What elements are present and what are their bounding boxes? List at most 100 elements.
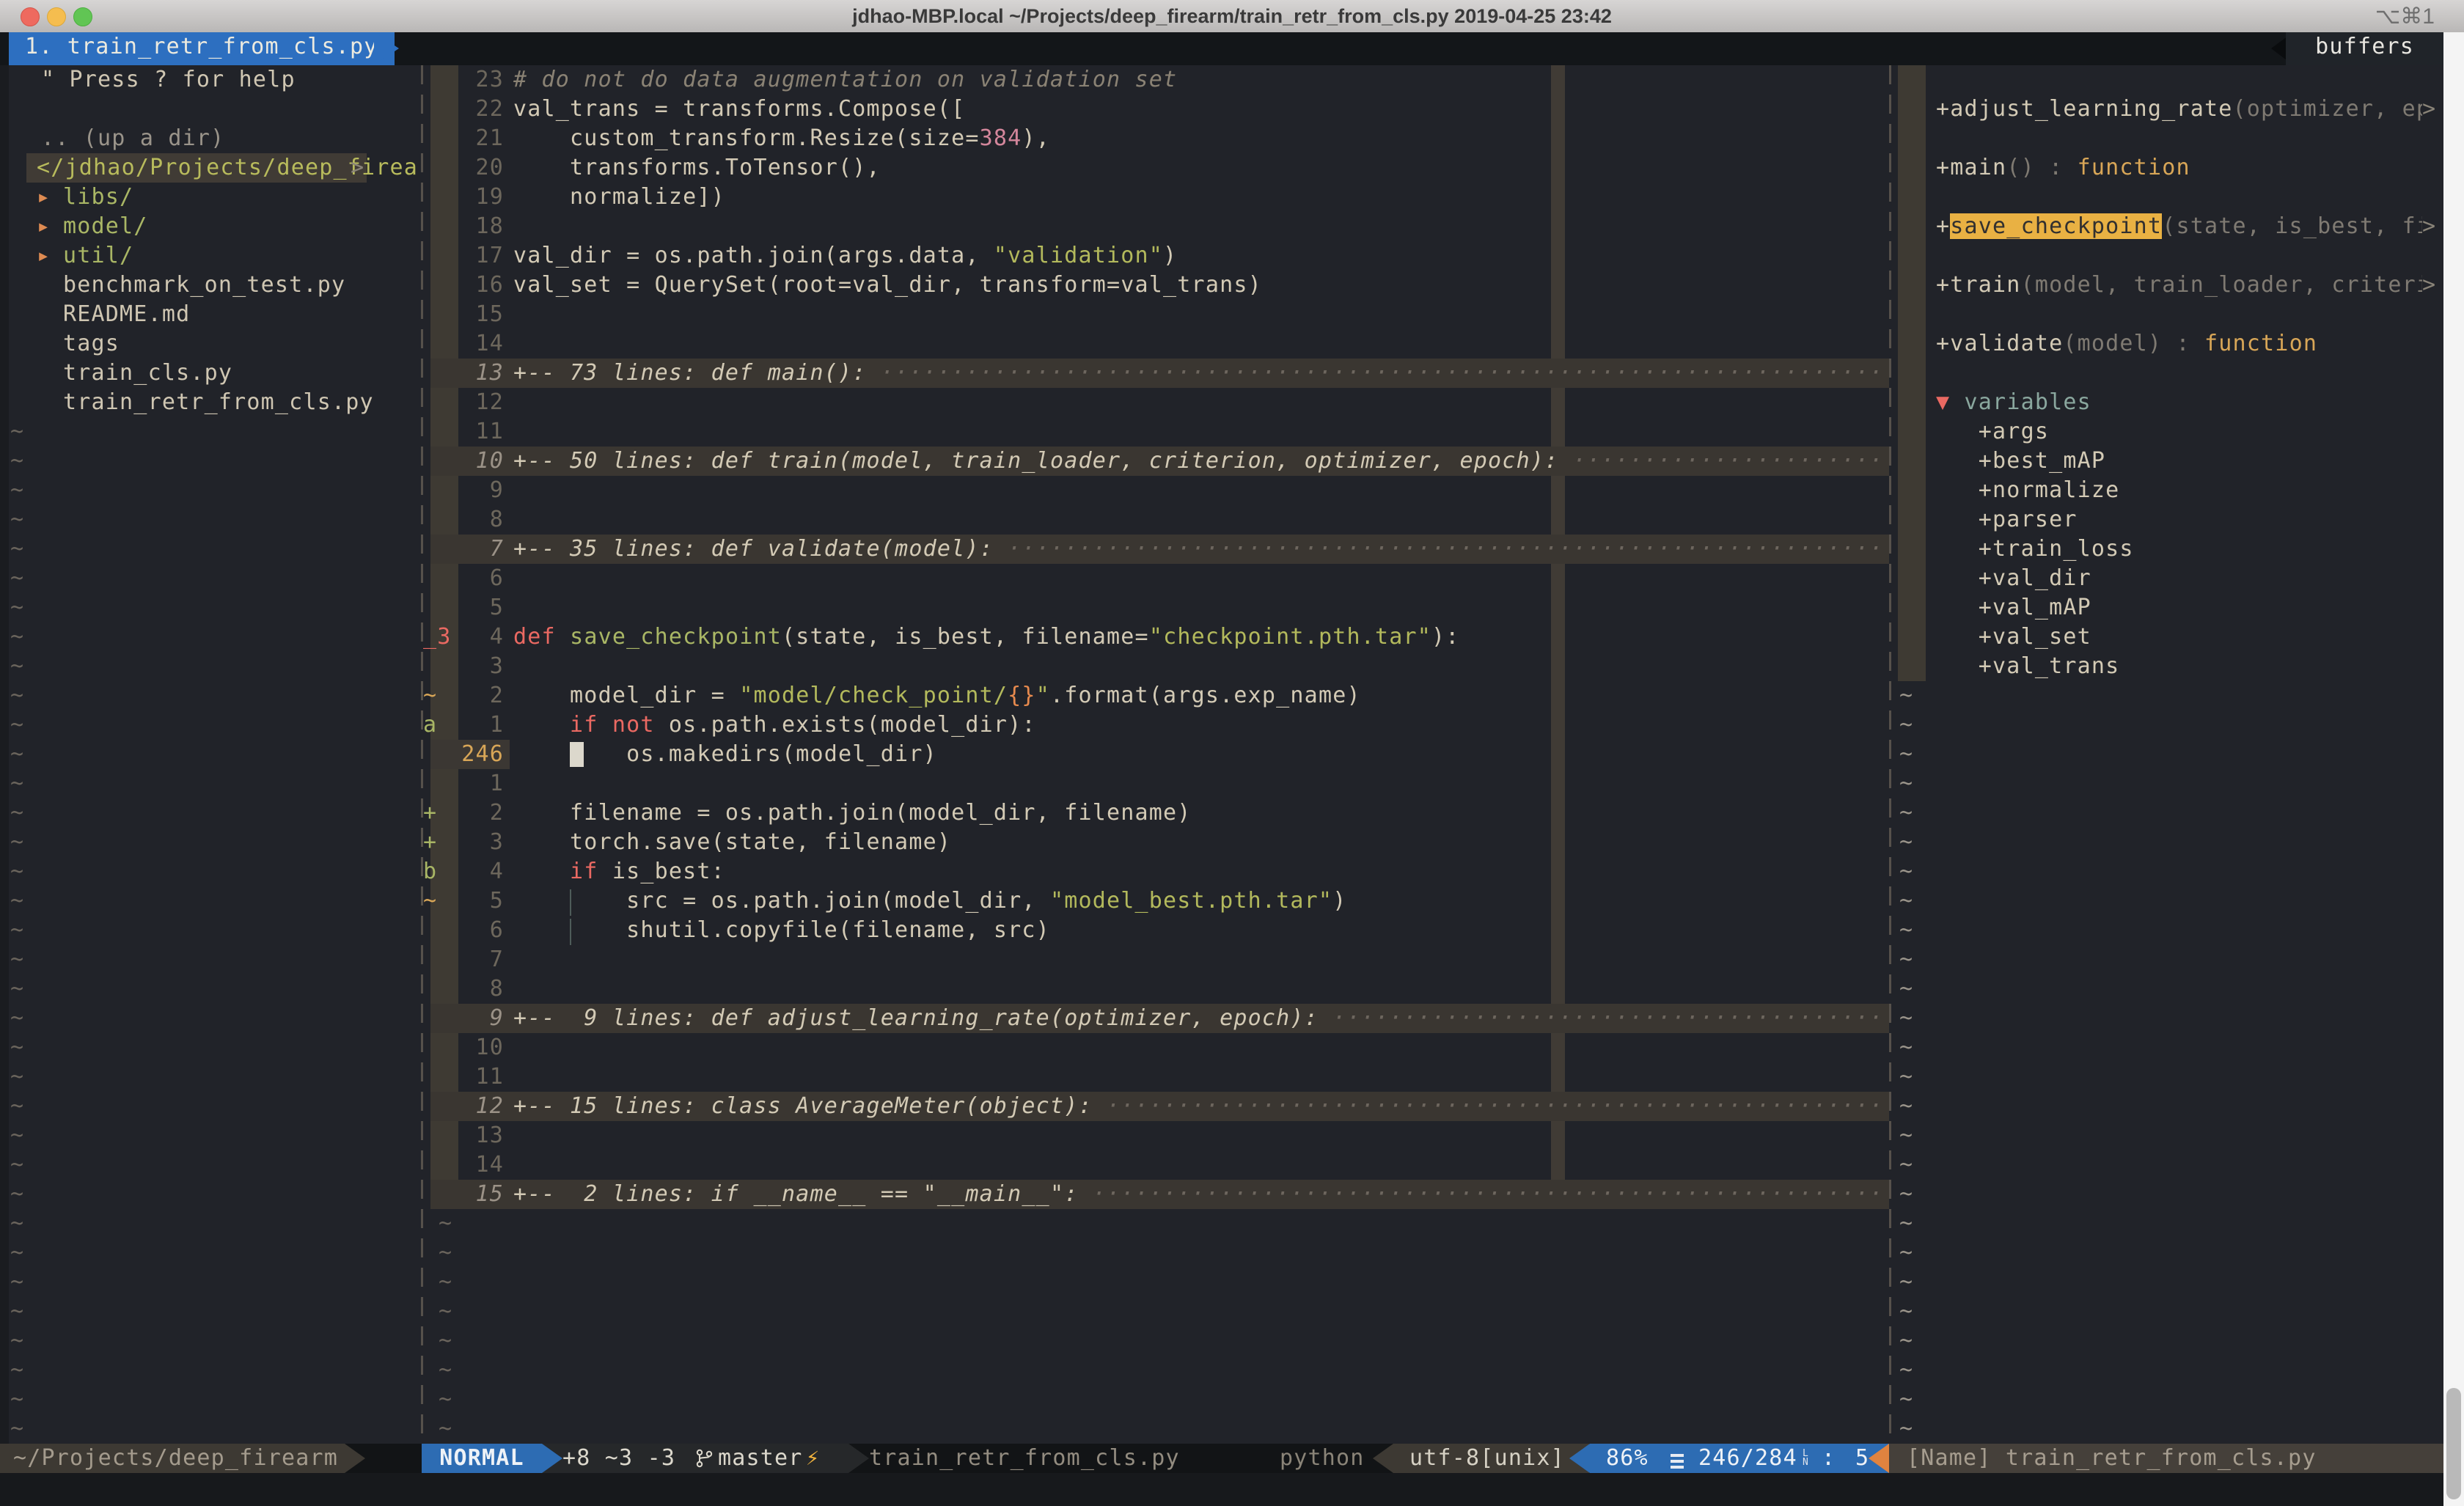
line-number[interactable]: 10 bbox=[430, 1033, 504, 1062]
code-line[interactable]: 9 bbox=[422, 476, 1889, 505]
code-line[interactable]: 22val_trans = transforms.Compose([ bbox=[422, 95, 1889, 124]
line-number[interactable]: 15 bbox=[430, 300, 504, 329]
tag-var-args[interactable]: +args bbox=[1898, 417, 2436, 447]
line-number[interactable]: 9 bbox=[430, 476, 504, 505]
code-line[interactable]: 3 bbox=[422, 652, 1889, 681]
tag-var-best_mAP[interactable]: +best_mAP bbox=[1898, 447, 2436, 476]
line-number[interactable]: 2 bbox=[430, 681, 504, 710]
line-number[interactable]: 22 bbox=[430, 95, 504, 124]
code-line[interactable]: 1 bbox=[422, 769, 1889, 798]
nerdtree-dir-model[interactable]: ▸model/ bbox=[9, 212, 422, 241]
code-line[interactable]: 10 bbox=[422, 1033, 1889, 1062]
code-line[interactable]: 17val_dir = os.path.join(args.data, "val… bbox=[422, 241, 1889, 271]
code-line[interactable]: 15 bbox=[422, 300, 1889, 329]
line-number[interactable]: 16 bbox=[430, 271, 504, 300]
line-number[interactable]: 14 bbox=[430, 329, 504, 359]
code-line[interactable]: 4_3def save_checkpoint(state, is_best, f… bbox=[422, 622, 1889, 652]
tag-main[interactable]: +main() : function bbox=[1898, 153, 2436, 183]
chevron-right-icon[interactable]: ▸ bbox=[37, 212, 51, 241]
code-line[interactable]: 11 bbox=[422, 417, 1889, 447]
cursor[interactable] bbox=[570, 742, 584, 767]
code-line[interactable]: 12 bbox=[422, 388, 1889, 417]
tag-var-val_mAP[interactable]: +val_mAP bbox=[1898, 593, 2436, 622]
code-line[interactable]: 14 bbox=[422, 1150, 1889, 1180]
code-line[interactable]: 3+ torch.save(state, filename) bbox=[422, 828, 1889, 857]
titlebar[interactable]: jdhao-MBP.local ~/Projects/deep_firearm/… bbox=[0, 0, 2464, 33]
code-line[interactable]: 21 custom_transform.Resize(size=384), bbox=[422, 124, 1889, 153]
line-number[interactable]: 3 bbox=[430, 828, 504, 857]
tag-var-train_loss[interactable]: +train_loss bbox=[1898, 535, 2436, 564]
tag-adjust_learning_rate[interactable]: +adjust_learning_rate(optimizer, epo> bbox=[1898, 95, 2436, 124]
nerdtree-file-benchmark_on_test[interactable]: benchmark_on_test.py bbox=[9, 271, 422, 300]
folded-code-line[interactable]: 15+-- 2 lines: if __name__ == "__main__"… bbox=[430, 1180, 1889, 1209]
code-line[interactable]: 1a if not os.path.exists(model_dir): bbox=[422, 710, 1889, 740]
line-number[interactable]: 21 bbox=[430, 124, 504, 153]
tag-var-normalize[interactable]: +normalize bbox=[1898, 476, 2436, 505]
tag-var-parser[interactable]: +parser bbox=[1898, 505, 2436, 535]
line-number[interactable]: 3 bbox=[430, 652, 504, 681]
folded-code-line[interactable]: 12+-- 15 lines: class AverageMeter(objec… bbox=[430, 1092, 1889, 1121]
code-line[interactable]: 2~ model_dir = "model/check_point/{}".fo… bbox=[422, 681, 1889, 710]
code-line[interactable]: 2+ filename = os.path.join(model_dir, fi… bbox=[422, 798, 1889, 828]
code-line[interactable]: 7 bbox=[422, 945, 1889, 974]
tag-scope-variables[interactable]: ▼ variables bbox=[1898, 388, 2436, 417]
chevron-right-icon[interactable]: ▸ bbox=[37, 183, 51, 212]
tag-save_checkpoint[interactable]: +save_checkpoint(state, is_best, fil> bbox=[1898, 212, 2436, 241]
line-number[interactable]: 246 bbox=[430, 740, 504, 769]
line-number[interactable]: 19 bbox=[430, 183, 504, 212]
tag-var-val_dir[interactable]: +val_dir bbox=[1898, 564, 2436, 593]
tag-validate[interactable]: +validate(model) : function bbox=[1898, 329, 2436, 359]
line-number[interactable]: 1 bbox=[430, 710, 504, 740]
code-line[interactable]: 4b if is_best: bbox=[422, 857, 1889, 886]
line-number[interactable]: 20 bbox=[430, 153, 504, 183]
chevron-right-icon[interactable]: ▸ bbox=[37, 241, 51, 271]
line-number[interactable]: 14 bbox=[430, 1150, 504, 1180]
line-number[interactable]: 7 bbox=[430, 945, 504, 974]
tag-var-val_set[interactable]: +val_set bbox=[1898, 622, 2436, 652]
line-number[interactable]: 18 bbox=[430, 212, 504, 241]
folded-code-line[interactable]: 9+-- 9 lines: def adjust_learning_rate(o… bbox=[430, 1004, 1889, 1033]
nerdtree-help[interactable]: " Press ? for help bbox=[9, 65, 422, 95]
tab-train_retr_from_cls[interactable]: 1. train_retr_from_cls.py bbox=[9, 32, 395, 65]
code-line[interactable]: 8 bbox=[422, 974, 1889, 1004]
nerdtree-dir-util[interactable]: ▸util/ bbox=[9, 241, 422, 271]
line-number[interactable]: 4 bbox=[430, 857, 504, 886]
nerdtree-file-train_cls[interactable]: train_cls.py bbox=[9, 359, 422, 388]
code-line[interactable]: 20 transforms.ToTensor(), bbox=[422, 153, 1889, 183]
line-number[interactable]: 17 bbox=[430, 241, 504, 271]
line-number[interactable]: 1 bbox=[430, 769, 504, 798]
code-line[interactable]: 8 bbox=[422, 505, 1889, 535]
line-number[interactable]: 6 bbox=[430, 916, 504, 945]
code-line[interactable]: 5~ src = os.path.join(model_dir, "model_… bbox=[422, 886, 1889, 916]
line-number[interactable]: 13 bbox=[430, 1121, 504, 1150]
code-line[interactable]: 5 bbox=[422, 593, 1889, 622]
nerdtree-up-dir[interactable]: .. (up a dir) bbox=[9, 124, 422, 153]
line-number[interactable]: 5 bbox=[430, 886, 504, 916]
nerdtree-file-tags[interactable]: tags bbox=[9, 329, 422, 359]
code-line[interactable]: 14 bbox=[422, 329, 1889, 359]
line-number[interactable]: 2 bbox=[430, 798, 504, 828]
tag-var-val_trans[interactable]: +val_trans bbox=[1898, 652, 2436, 681]
folded-code-line[interactable]: 10+-- 50 lines: def train(model, train_l… bbox=[430, 447, 1889, 476]
line-number[interactable]: 8 bbox=[430, 505, 504, 535]
code-line[interactable]: 13 bbox=[422, 1121, 1889, 1150]
buffers-label[interactable]: buffers bbox=[2286, 32, 2443, 65]
line-number[interactable]: 11 bbox=[430, 1062, 504, 1092]
line-number[interactable]: 23 bbox=[430, 65, 504, 95]
code-line[interactable]: 19 normalize]) bbox=[422, 183, 1889, 212]
code-line[interactable]: 6 bbox=[422, 564, 1889, 593]
code-line[interactable]: 246 os.makedirs(model_dir) bbox=[422, 740, 1889, 769]
folded-code-line[interactable]: 13+-- 73 lines: def main(): ············… bbox=[430, 359, 1889, 388]
tagbar-window-separator[interactable] bbox=[1889, 65, 1891, 1444]
nerdtree-dir-libs[interactable]: ▸libs/ bbox=[9, 183, 422, 212]
code-line[interactable]: 11 bbox=[422, 1062, 1889, 1092]
tag-train[interactable]: +train(model, train_loader, criterio> bbox=[1898, 271, 2436, 300]
code-line[interactable]: 6 shutil.copyfile(filename, src) bbox=[422, 916, 1889, 945]
nerdtree-file-readme[interactable]: README.md bbox=[9, 300, 422, 329]
code-line[interactable]: 16val_set = QuerySet(root=val_dir, trans… bbox=[422, 271, 1889, 300]
line-number[interactable]: 6 bbox=[430, 564, 504, 593]
command-line[interactable] bbox=[0, 1473, 2443, 1506]
code-line[interactable]: 18 bbox=[422, 212, 1889, 241]
code-line[interactable]: 23# do not do data augmentation on valid… bbox=[422, 65, 1889, 95]
scrollbar-thumb[interactable] bbox=[2446, 1388, 2461, 1499]
